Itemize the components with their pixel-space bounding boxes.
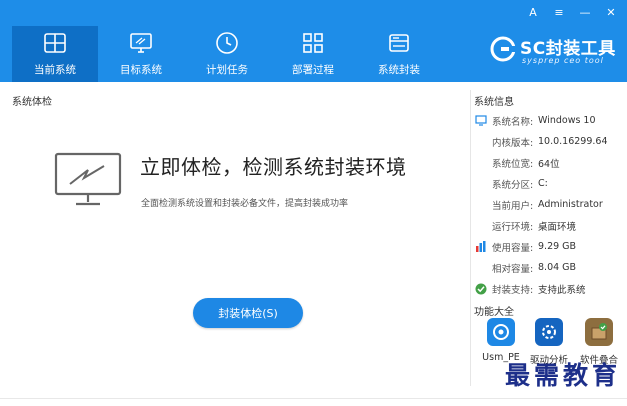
tab-deploy-process[interactable]: 部署过程 [270, 26, 356, 82]
tab-label: 当前系统 [34, 64, 76, 76]
info-value: 支持此系统 [538, 284, 586, 296]
info-key: 相对容量: [492, 263, 534, 275]
info-row-relative-capacity: 相对容量: 8.04 GB [474, 257, 624, 278]
drive-icon [385, 30, 413, 56]
tab-label: 目标系统 [120, 64, 162, 76]
driver-icon [535, 318, 563, 346]
pe-icon [487, 318, 515, 346]
info-value: Administrator [538, 199, 603, 210]
info-value: C: [538, 178, 548, 189]
info-key: 系统分区: [492, 179, 534, 191]
info-value: Windows 10 [538, 115, 596, 126]
account-icon[interactable]: A [527, 6, 539, 19]
info-key: 系统名称: [492, 116, 534, 128]
tab-target-system[interactable]: 目标系统 [98, 26, 184, 82]
title-bar: A ≡ — ✕ 当前系统 目标系统 计划任务 部署过程 系统封装 SC封装工具 … [0, 0, 627, 82]
window-controls: A ≡ — ✕ [527, 6, 617, 19]
monitor-icon [127, 30, 155, 56]
info-key: 内核版本: [492, 137, 534, 149]
sc-logo-icon [490, 36, 516, 62]
info-row-package-support: 封装支持: 支持此系统 [474, 278, 624, 299]
info-value: 桌面环境 [538, 221, 577, 233]
info-row-bitness: 系统位宽: 64位 [474, 152, 624, 173]
page-headline: 立即体检，检测系统封装环境 [140, 155, 407, 179]
page-description: 全面检测系统设置和封装必备文件，提高封装成功率 [141, 199, 349, 209]
info-value: 8.04 GB [538, 262, 577, 273]
main-nav: 当前系统 目标系统 计划任务 部署过程 系统封装 [12, 26, 442, 82]
info-row-partition: 系统分区: C: [474, 173, 624, 194]
monitor-icon [52, 150, 124, 210]
info-key: 当前用户: [492, 200, 534, 212]
tab-label: 计划任务 [206, 64, 248, 76]
info-key: 封装支持: [492, 284, 534, 296]
info-row-os-name: 系统名称: Windows 10 [474, 110, 624, 131]
info-row-kernel: 内核版本: 10.0.16299.64 [474, 131, 624, 152]
system-check-button[interactable]: 封装体检(S) [193, 298, 303, 328]
info-value: 9.29 GB [538, 241, 577, 252]
info-key: 运行环境: [492, 221, 534, 233]
info-key: 系统位宽: [492, 158, 534, 170]
functions-title: 功能大全 [474, 307, 514, 318]
grid-icon [299, 30, 327, 56]
minimize-button[interactable]: — [579, 6, 591, 19]
tab-current-system[interactable]: 当前系统 [12, 26, 98, 82]
menu-icon[interactable]: ≡ [553, 6, 565, 19]
section-title-info: 系统信息 [474, 97, 514, 108]
info-row-used-capacity: 使用容量: 9.29 GB [474, 236, 624, 257]
close-button[interactable]: ✕ [605, 6, 617, 19]
tab-system-package[interactable]: 系统封装 [356, 26, 442, 82]
system-info-list: 系统名称: Windows 10 内核版本: 10.0.16299.64 系统位… [474, 110, 624, 299]
brand-logo: SC封装工具 sysprep ceo tool [490, 32, 620, 72]
windows-icon [41, 30, 69, 56]
info-value: 64位 [538, 158, 560, 170]
clock-icon [213, 30, 241, 56]
check-circle-icon [474, 283, 488, 295]
section-title-check: 系统体检 [12, 97, 52, 108]
tab-scheduled-tasks[interactable]: 计划任务 [184, 26, 270, 82]
bar-chart-icon [474, 241, 488, 253]
vertical-divider [470, 90, 471, 386]
package-icon [585, 318, 613, 346]
info-value: 10.0.16299.64 [538, 136, 608, 147]
tab-label: 部署过程 [292, 64, 334, 76]
brand-subtitle: sysprep ceo tool [522, 56, 604, 65]
info-row-environment: 运行环境: 桌面环境 [474, 215, 624, 236]
monitor-icon [474, 115, 488, 127]
bottom-border [0, 398, 627, 399]
tab-label: 系统封装 [378, 64, 420, 76]
info-row-user: 当前用户: Administrator [474, 194, 624, 215]
info-key: 使用容量: [492, 242, 534, 254]
watermark-text: 最需教育 [505, 361, 622, 390]
